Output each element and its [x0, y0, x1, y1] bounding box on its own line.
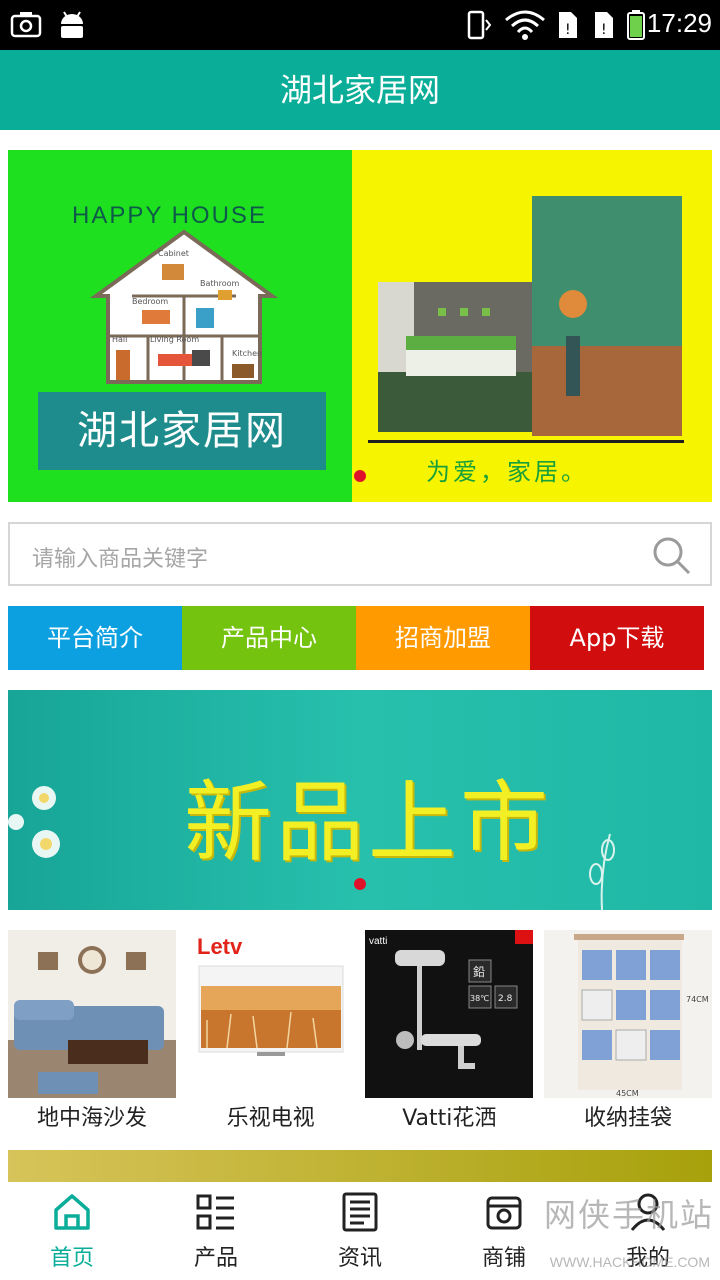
brand-logo: Letv — [197, 934, 243, 959]
shop-icon — [486, 1196, 522, 1230]
news-icon — [342, 1192, 378, 1232]
product-image: 74CM 45CM — [543, 930, 712, 1098]
product-image: vatti 鉛 38℃ 2.8 — [365, 930, 534, 1098]
flower-decoration-icon — [8, 786, 60, 858]
product-card[interactable]: 74CM 45CM 收纳挂袋 — [543, 930, 712, 1140]
svg-text:!: ! — [601, 22, 607, 38]
promo-banner[interactable]: 新品上市 — [8, 690, 712, 910]
house-illustration: Cabinet Bathroom Bedroom Hall Living Roo… — [89, 229, 279, 384]
dimension-label: 74CM — [686, 995, 709, 1004]
banner-slogan: 为爱，家居。 — [426, 458, 588, 486]
product-name: Vatti花洒 — [402, 1106, 497, 1131]
banner-left-panel: HAPPY HOUSE Cabinet Bathroom Bedroom Hal… — [8, 150, 352, 502]
wifi-icon — [505, 10, 545, 40]
category-about[interactable]: 平台简介 — [8, 606, 182, 670]
promo-strip[interactable] — [8, 1150, 712, 1182]
room-label: Bathroom — [200, 279, 240, 288]
search-icon[interactable] — [652, 536, 692, 576]
shower-badge: 2.8 — [498, 994, 513, 1004]
status-time: 17:29 — [646, 8, 712, 38]
tab-news[interactable]: 资讯 — [288, 1182, 432, 1280]
search-input[interactable]: 请输入商品关键字 — [8, 522, 712, 586]
tab-label: 产品 — [193, 1246, 238, 1271]
home-icon — [54, 1194, 90, 1230]
product-card[interactable]: 地中海沙发 — [8, 930, 176, 1140]
sim1-icon: ! — [559, 12, 577, 38]
brand-logo: vatti — [369, 936, 387, 947]
battery-icon — [627, 10, 645, 40]
tab-label: 资讯 — [337, 1246, 382, 1271]
bedroom-photo — [378, 196, 682, 436]
product-card[interactable]: Letv 55 乐视电视 — [186, 930, 355, 1140]
watermark-url: WWW.HACKHOME.COM — [549, 1254, 710, 1270]
product-image — [8, 930, 176, 1098]
product-name: 地中海沙发 — [36, 1106, 147, 1131]
tab-label: 首页 — [49, 1246, 94, 1271]
product-card[interactable]: vatti 鉛 38℃ 2.8 Vatti花洒 — [365, 930, 534, 1140]
sim2-icon: ! — [595, 12, 613, 38]
status-bar: ! ! 17:29 — [0, 0, 720, 50]
category-app-download[interactable]: App下载 — [530, 606, 704, 670]
screenshot-icon — [10, 12, 42, 38]
dimension-label: 45CM — [616, 1089, 639, 1098]
room-label: Bedroom — [132, 297, 168, 306]
room-label: Living Room — [150, 335, 199, 344]
category-products[interactable]: 产品中心 — [182, 606, 356, 670]
promo-title: 新品上市 — [184, 771, 553, 874]
room-label: Hall — [112, 335, 127, 344]
category-nav: 平台简介 产品中心 招商加盟 App下载 — [8, 606, 704, 670]
carousel-indicator[interactable] — [354, 470, 366, 482]
tab-home[interactable]: 首页 — [0, 1182, 144, 1280]
search-placeholder: 请输入商品关键字 — [32, 547, 209, 572]
banner-carousel[interactable]: HAPPY HOUSE Cabinet Bathroom Bedroom Hal… — [8, 150, 712, 502]
grid-list-icon — [196, 1194, 234, 1230]
banner-divider — [368, 440, 684, 443]
product-name: 乐视电视 — [226, 1106, 315, 1131]
category-franchise[interactable]: 招商加盟 — [356, 606, 530, 670]
android-icon — [61, 11, 83, 38]
watermark: 网侠手机站 — [543, 1196, 714, 1234]
banner-brand-text: 湖北家居网 — [38, 392, 326, 470]
product-list: 地中海沙发 Letv 55 乐视电视 vatti — [8, 930, 712, 1140]
banner-right-panel — [352, 150, 712, 502]
shower-badge: 鉛 — [473, 965, 485, 979]
room-label: Cabinet — [158, 249, 189, 258]
product-name: 收纳挂袋 — [583, 1106, 672, 1131]
leaf-decoration-icon — [589, 833, 615, 910]
svg-text:!: ! — [565, 22, 571, 38]
page-title: 湖北家居网 — [0, 50, 720, 130]
vibrate-icon — [467, 10, 492, 40]
product-image: Letv 55 — [186, 930, 355, 1098]
shower-badge: 38℃ — [470, 994, 489, 1003]
carousel-indicator[interactable] — [354, 878, 366, 890]
room-label: Kitchen — [232, 349, 262, 358]
tab-products[interactable]: 产品 — [144, 1182, 288, 1280]
